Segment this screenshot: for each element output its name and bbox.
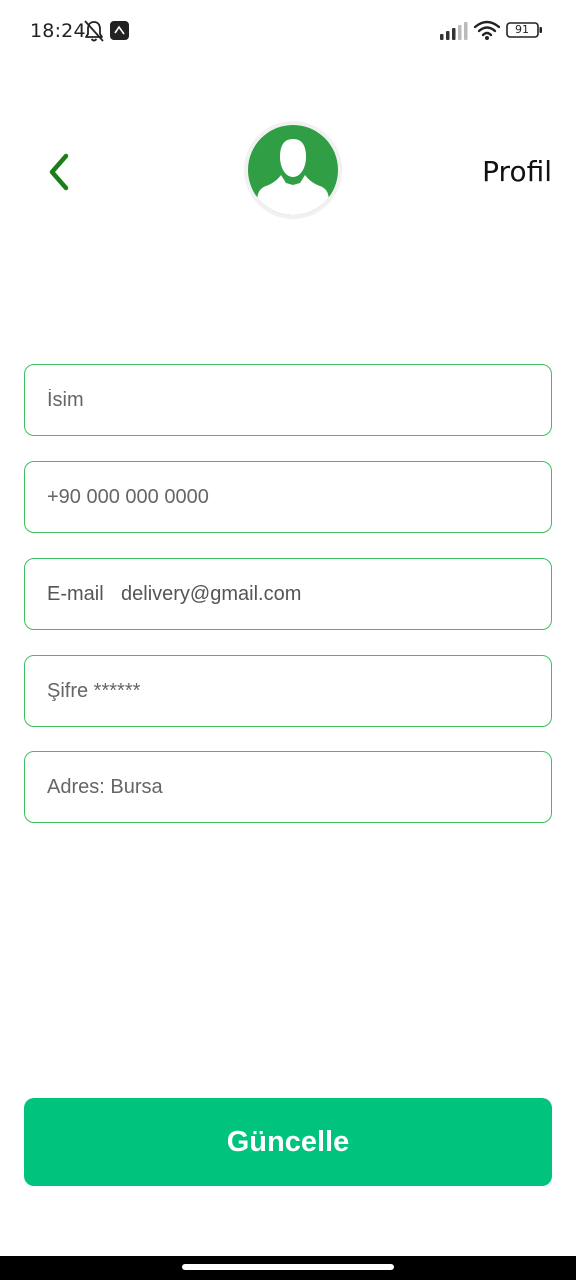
email-field[interactable]: E-mail delivery@gmail.com [24, 558, 552, 630]
app-notification-icon [110, 21, 129, 40]
email-value[interactable]: delivery@gmail.com [121, 559, 301, 629]
back-button[interactable] [40, 148, 84, 196]
password-input[interactable] [47, 656, 527, 726]
update-button[interactable]: Güncelle [24, 1098, 552, 1186]
chevron-left-icon [49, 153, 69, 191]
name-field[interactable] [24, 364, 552, 436]
name-input[interactable] [47, 365, 527, 435]
page-title: Profil [482, 155, 552, 188]
user-avatar-icon [257, 139, 329, 215]
system-nav-bar [0, 1256, 576, 1280]
battery-icon: 91 [506, 22, 544, 43]
status-bar: 18:24 91 [0, 0, 576, 62]
signal-icon [440, 22, 468, 40]
phone-input[interactable] [47, 462, 527, 532]
wifi-icon [474, 20, 500, 40]
bell-off-icon [84, 20, 104, 42]
address-field[interactable] [24, 751, 552, 823]
avatar[interactable] [244, 121, 342, 219]
status-time: 18:24 [30, 20, 86, 42]
email-label: E-mail [47, 583, 104, 605]
password-field[interactable] [24, 655, 552, 727]
battery-level: 91 [515, 23, 529, 36]
home-indicator[interactable] [182, 1264, 394, 1270]
phone-field[interactable] [24, 461, 552, 533]
address-input[interactable] [47, 752, 527, 822]
